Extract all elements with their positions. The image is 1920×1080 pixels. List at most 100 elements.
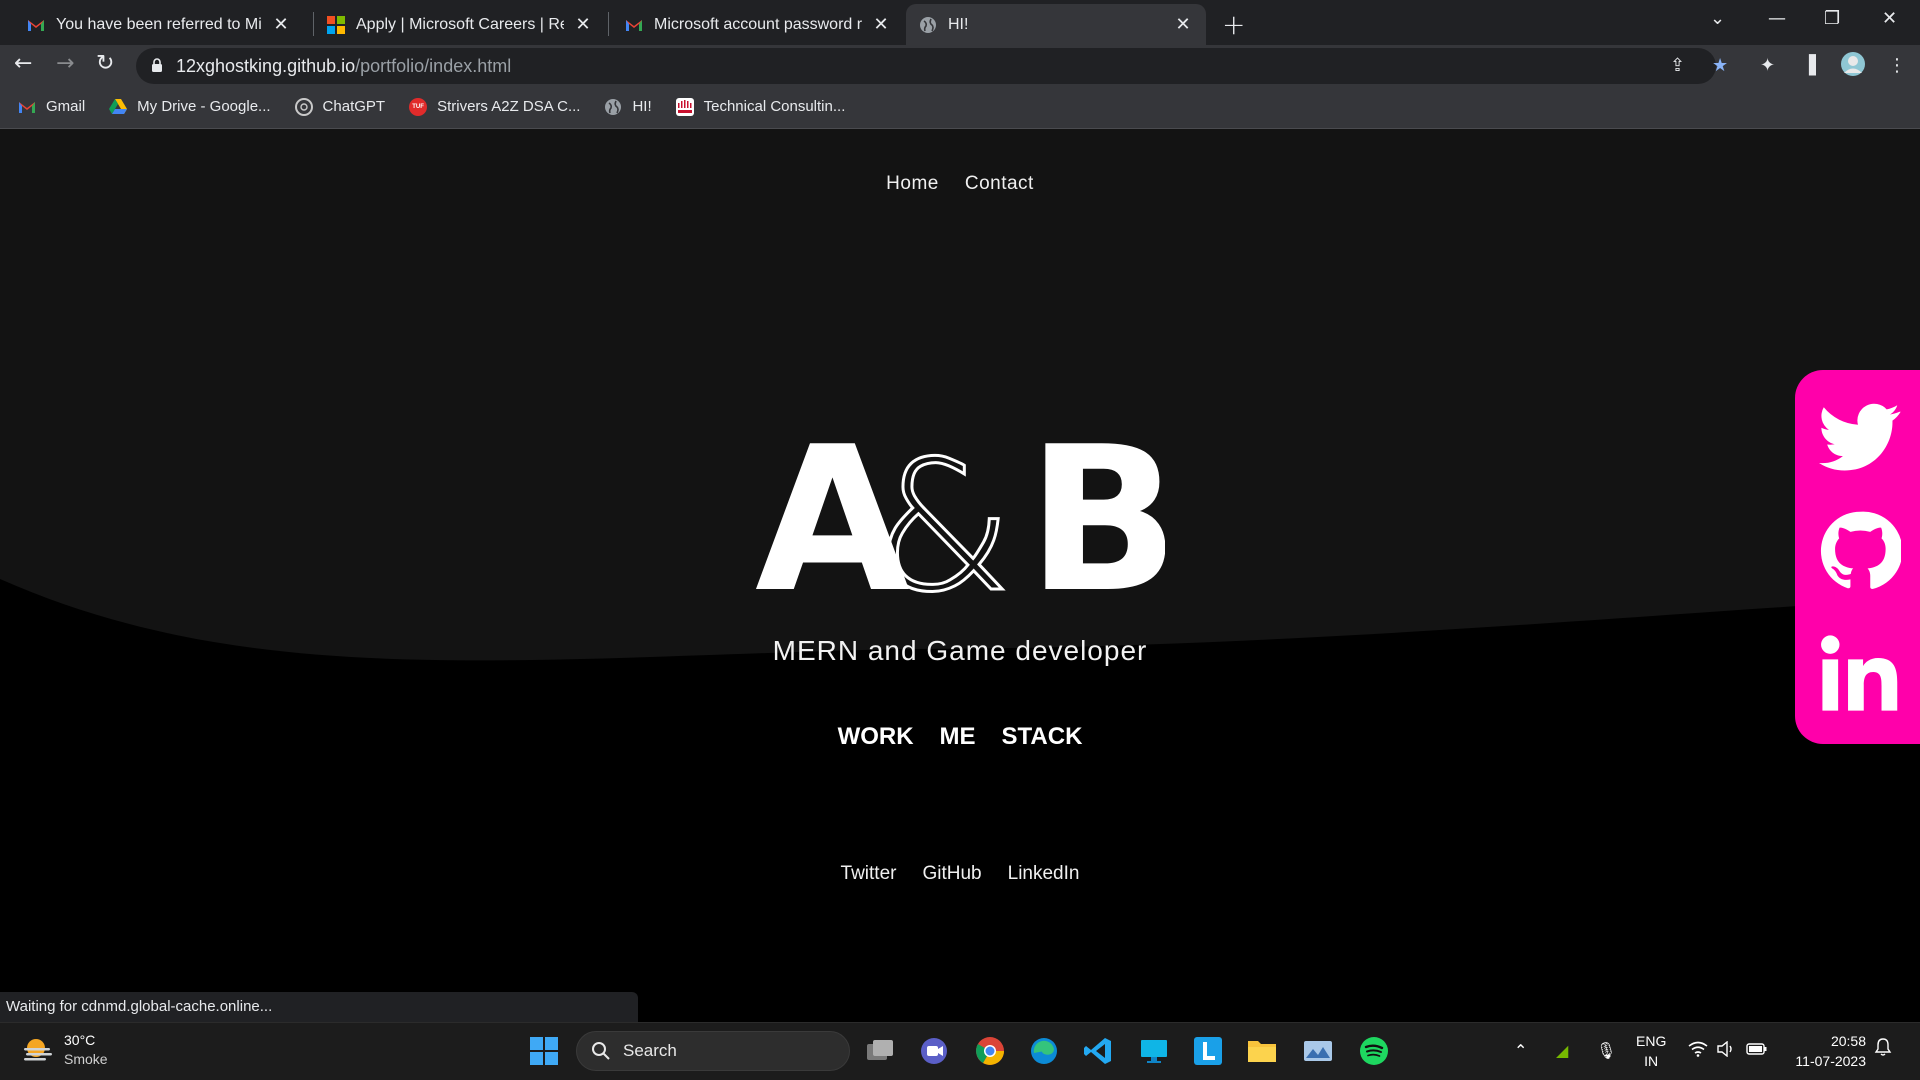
microsoft-icon [326,15,346,35]
globe-icon [918,15,938,35]
nav-home-link[interactable]: Home [886,173,939,195]
bookmark-my-drive[interactable]: My Drive - Google... [109,98,271,116]
chrome-icon[interactable] [974,1035,1006,1067]
weather-temp: 30°C [64,1032,96,1048]
twitter-link[interactable]: Twitter [841,863,897,885]
edge-icon[interactable] [1028,1035,1060,1067]
social-sidebar [1795,370,1920,744]
restore-icon[interactable]: ❐ [1824,8,1840,29]
browser-toolbar: ← → ↻ 12xghostking.github.io/portfolio/i… [0,45,1920,85]
github-link[interactable]: GitHub [922,863,981,885]
tab-password-reset[interactable]: Microsoft account password rese ✕ [612,4,904,45]
volume-icon[interactable] [1716,1040,1736,1061]
work-link[interactable]: WORK [838,723,914,751]
clock-date: 11-07-2023 [1795,1053,1866,1069]
haze-sun-icon [24,1039,52,1061]
side-panel-icon[interactable]: ▐ [1802,55,1816,76]
tab-title: HI! [948,15,969,33]
microphone-icon[interactable]: 🎙︎ [1596,1041,1616,1060]
top-nav: Home Contact [0,173,1920,195]
stack-link[interactable]: STACK [1002,723,1083,751]
logo-letter-b: B [1027,429,1165,609]
windows-start-icon[interactable] [528,1035,560,1067]
me-link[interactable]: ME [940,723,976,751]
window-close-icon[interactable]: ✕ [1882,8,1897,29]
vscode-icon[interactable] [1082,1035,1114,1067]
more-menu-icon[interactable]: ⋮ [1888,55,1906,76]
bookmark-star-icon[interactable]: ★ [1712,55,1728,76]
bookmark-strivers[interactable]: TUF Strivers A2Z DSA C... [409,97,581,116]
tab-referral[interactable]: You have been referred to Micros ✕ [14,4,304,45]
system-clock[interactable]: 20:58 11-07-2023 [1786,1031,1866,1071]
status-bubble: Waiting for cdnmd.global-cache.online... [0,992,638,1022]
tab-hi-active[interactable]: HI! ✕ [906,4,1206,45]
bookmark-label: ChatGPT [322,98,386,115]
lens-l-icon[interactable] [1192,1035,1224,1067]
twitter-icon[interactable] [1819,396,1901,478]
share-icon[interactable]: ⇪ [1670,55,1685,76]
tuf-icon: TUF [409,97,428,116]
tab-careers[interactable]: Apply | Microsoft Careers | Resea ✕ [314,4,606,45]
globe-icon [604,98,622,116]
new-tab-plus-icon[interactable]: + [1222,8,1245,41]
bookmark-technical-consulting[interactable]: Technical Consultin... [675,97,845,116]
clock-time: 20:58 [1830,1033,1866,1049]
language-indicator[interactable]: ENG IN [1636,1031,1666,1071]
bookmarks-bar: Gmail My Drive - Google... ChatGPT TUF S… [0,85,1920,129]
tab-strip: You have been referred to Micros ✕ Apply… [0,0,1920,45]
linkedin-link[interactable]: LinkedIn [1008,863,1080,885]
taskbar-search[interactable]: Search [576,1031,850,1071]
file-explorer-icon[interactable] [1246,1035,1278,1067]
nav-contact-link[interactable]: Contact [965,173,1034,195]
spotify-icon[interactable] [1358,1035,1390,1067]
photos-icon[interactable] [1302,1035,1334,1067]
region-code: IN [1644,1053,1659,1069]
bookmark-label: Strivers A2Z DSA C... [437,98,581,115]
search-icon [592,1042,610,1060]
tab-search-chevron-icon[interactable]: ⌄ [1710,8,1725,29]
weather-condition: Smoke [64,1051,108,1067]
battery-icon[interactable] [1746,1041,1768,1060]
bookmark-label: HI! [632,98,652,115]
chatgpt-icon [294,97,313,116]
task-view-icon[interactable] [864,1035,896,1067]
back-arrow-icon[interactable]: ← [14,51,32,76]
tray-overflow-chevron-icon[interactable]: ⌃ [1514,1041,1527,1060]
profile-avatar[interactable] [1840,51,1866,82]
close-icon[interactable]: ✕ [1172,14,1194,35]
tab-title: You have been referred to Micros [56,15,262,33]
bookmark-hi[interactable]: HI! [604,98,652,116]
weather-widget[interactable]: 30°C Smoke [22,1031,108,1069]
github-icon[interactable] [1819,510,1901,592]
tab-title: Apply | Microsoft Careers | Resea [356,15,564,33]
bookmark-label: My Drive - Google... [137,98,271,115]
linkedin-icon[interactable] [1819,632,1901,714]
tab-title: Microsoft account password rese [654,15,862,33]
reload-icon[interactable]: ↻ [96,51,114,76]
tagline: MERN and Game developer [772,635,1148,666]
close-icon[interactable]: ✕ [572,14,594,35]
bookmark-chatgpt[interactable]: ChatGPT [294,97,386,116]
teams-chat-icon[interactable] [918,1035,950,1067]
nvidia-tray-icon[interactable]: ◢ [1556,1041,1568,1060]
cisco-icon [675,97,694,116]
url-host: 12xghostking.github.io [176,55,356,76]
gmail-icon [624,15,644,35]
language-code: ENG [1636,1033,1667,1049]
wifi-icon[interactable] [1688,1041,1708,1061]
extensions-puzzle-icon[interactable]: ✦ [1760,55,1775,76]
webpage-viewport: Home Contact A & B MERN and Game develop… [0,129,1920,1022]
minimize-icon[interactable]: — [1768,8,1786,29]
forward-arrow-icon[interactable]: → [56,51,74,76]
remote-desktop-icon[interactable] [1138,1035,1170,1067]
address-bar[interactable]: 12xghostking.github.io/portfolio/index.h… [136,48,1716,84]
close-icon[interactable]: ✕ [870,14,892,35]
notification-bell-icon[interactable] [1874,1037,1892,1061]
social-links: Twitter GitHub LinkedIn [0,863,1920,885]
lock-icon[interactable] [151,58,163,72]
bookmark-gmail[interactable]: Gmail [18,98,85,116]
close-icon[interactable]: ✕ [270,14,292,35]
drive-icon [109,98,128,116]
windows-taskbar: 30°C Smoke Search ⌃ ◢ 🎙︎ ENG IN 20:58 11… [0,1022,1920,1080]
ab-logo: A & B [755,429,1165,609]
